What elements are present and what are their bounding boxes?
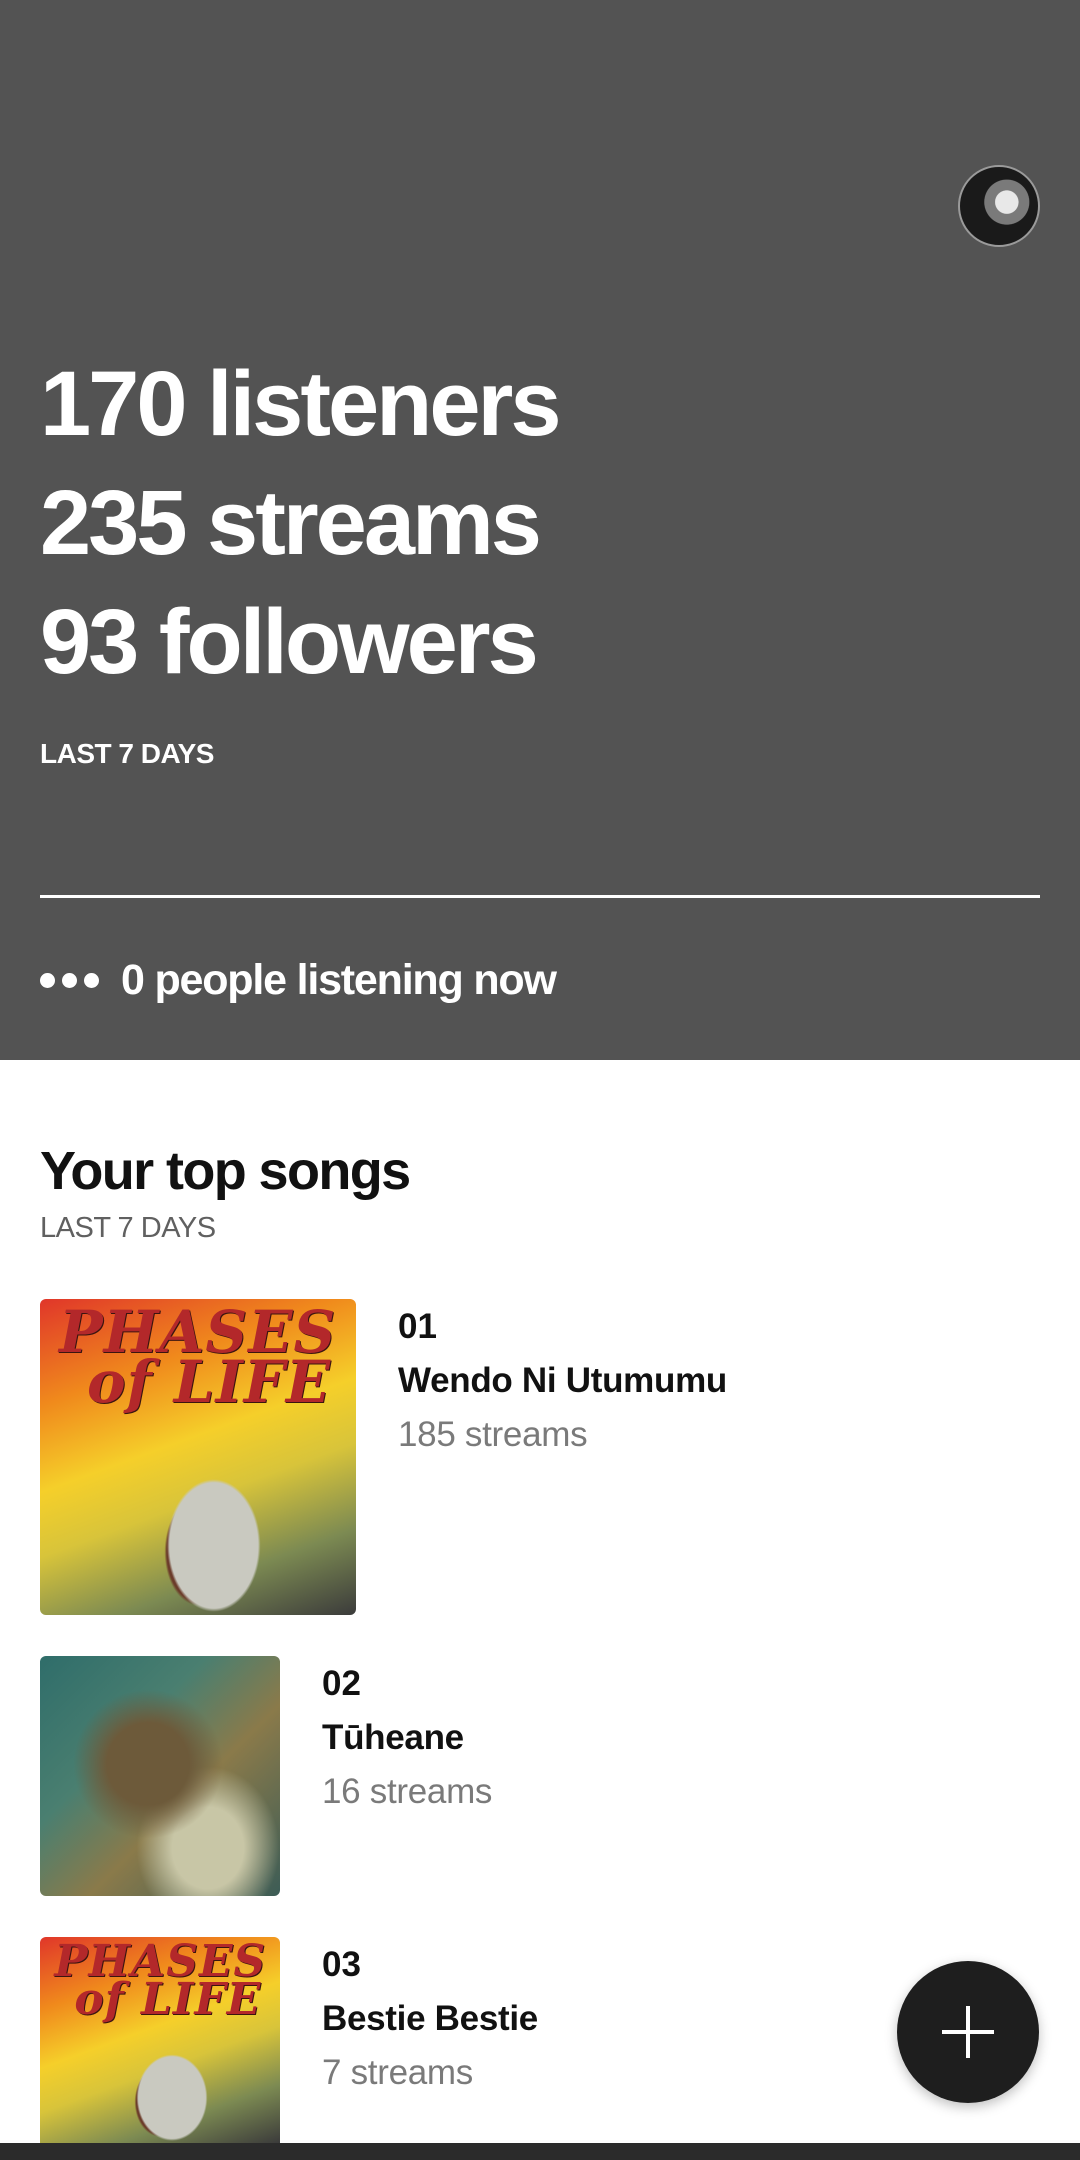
- divider: [40, 895, 1040, 898]
- song-title: Tūheane: [322, 1718, 464, 1757]
- song-streams: 185 streams: [398, 1415, 588, 1454]
- listening-now-text: 0 people listening now: [121, 955, 557, 1004]
- streams-stat: 235 streams: [40, 472, 542, 574]
- top-songs-title: Your top songs: [40, 1141, 411, 1201]
- song-streams: 7 streams: [322, 2053, 473, 2092]
- album-art: PHASES of LIFE: [40, 1937, 280, 2143]
- followers-stat: 93 followers: [40, 591, 539, 693]
- song-title: Wendo Ni Utumumu: [398, 1361, 727, 1400]
- bottom-bar: [0, 2143, 1080, 2160]
- song-title: Bestie Bestie: [322, 1999, 538, 2038]
- album-art: [40, 1656, 280, 1896]
- top-songs-period: LAST 7 DAYS: [40, 1212, 216, 1244]
- song-rank: 03: [322, 1945, 361, 1984]
- album-art: PHASES of LIFE: [40, 1299, 356, 1615]
- song-item-2[interactable]: 02 Tūheane 16 streams: [40, 1656, 492, 1896]
- plus-icon: [942, 2006, 994, 2058]
- song-meta: 02 Tūheane 16 streams: [322, 1656, 492, 1896]
- album-art-title: PHASES of LIFE: [58, 1299, 337, 1416]
- song-item-3[interactable]: PHASES of LIFE 03 Bestie Bestie 7 stream…: [40, 1937, 538, 2143]
- album-art-title: PHASES of LIFE: [54, 1937, 267, 2025]
- dots-icon: [40, 972, 99, 988]
- song-streams: 16 streams: [322, 1772, 493, 1811]
- song-rank: 01: [398, 1307, 437, 1346]
- song-meta: 01 Wendo Ni Utumumu 185 streams: [398, 1299, 727, 1615]
- song-rank: 02: [322, 1664, 361, 1703]
- stats-period: LAST 7 DAYS: [40, 738, 214, 769]
- listening-now-row[interactable]: 0 people listening now: [40, 950, 557, 1010]
- stats-header: 170 listeners 235 streams 93 followers L…: [0, 0, 1080, 1060]
- add-button[interactable]: [897, 1961, 1039, 2103]
- song-meta: 03 Bestie Bestie 7 streams: [322, 1937, 538, 2143]
- song-item-1[interactable]: PHASES of LIFE 01 Wendo Ni Utumumu 185 s…: [40, 1299, 727, 1615]
- profile-avatar[interactable]: [958, 165, 1040, 247]
- listeners-stat: 170 listeners: [40, 353, 561, 455]
